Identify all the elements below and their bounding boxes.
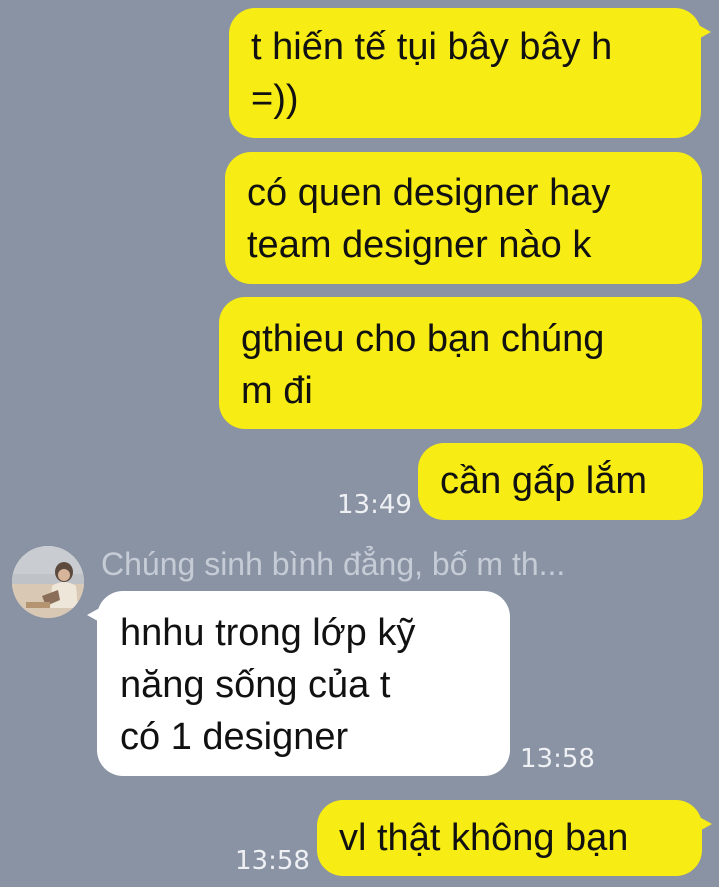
message-line: gthieu cho bạn chúng — [241, 318, 605, 360]
message-timestamp: 13:58 — [235, 846, 310, 876]
message-line: cần gấp lắm — [440, 460, 648, 502]
message-timestamp: 13:49 — [337, 490, 412, 520]
outgoing-message[interactable]: vl thật không bạn — [317, 800, 712, 876]
message-line: team designer nào k — [247, 224, 592, 266]
message-line: hnhu trong lớp kỹ — [120, 612, 416, 654]
message-timestamp: 13:58 — [520, 744, 595, 774]
message-line: có 1 designer — [120, 716, 349, 758]
sender-name: Chúng sinh bình đẳng, bố m th... — [101, 546, 566, 582]
message-line: vl thật không bạn — [339, 817, 629, 859]
outgoing-message[interactable]: gthieu cho bạn chúng m đi — [219, 297, 702, 429]
contact-avatar[interactable] — [12, 546, 84, 618]
message-line: t hiến tế tụi bây bây h — [251, 26, 613, 68]
incoming-message[interactable]: hnhu trong lớp kỹ năng sống của t có 1 d… — [87, 591, 510, 776]
chat-area[interactable]: t hiến tế tụi bây bây h =)) có quen desi… — [0, 0, 719, 887]
avatar-photo-icon — [12, 546, 84, 618]
message-line: =)) — [251, 78, 299, 120]
message-line: năng sống của t — [120, 664, 391, 706]
message-line: có quen designer hay — [247, 172, 611, 214]
outgoing-message[interactable]: có quen designer hay team designer nào k — [225, 152, 702, 284]
outgoing-message[interactable]: t hiến tế tụi bây bây h =)) — [229, 8, 711, 138]
message-line: m đi — [241, 370, 313, 412]
outgoing-message[interactable]: cần gấp lắm — [418, 443, 703, 520]
